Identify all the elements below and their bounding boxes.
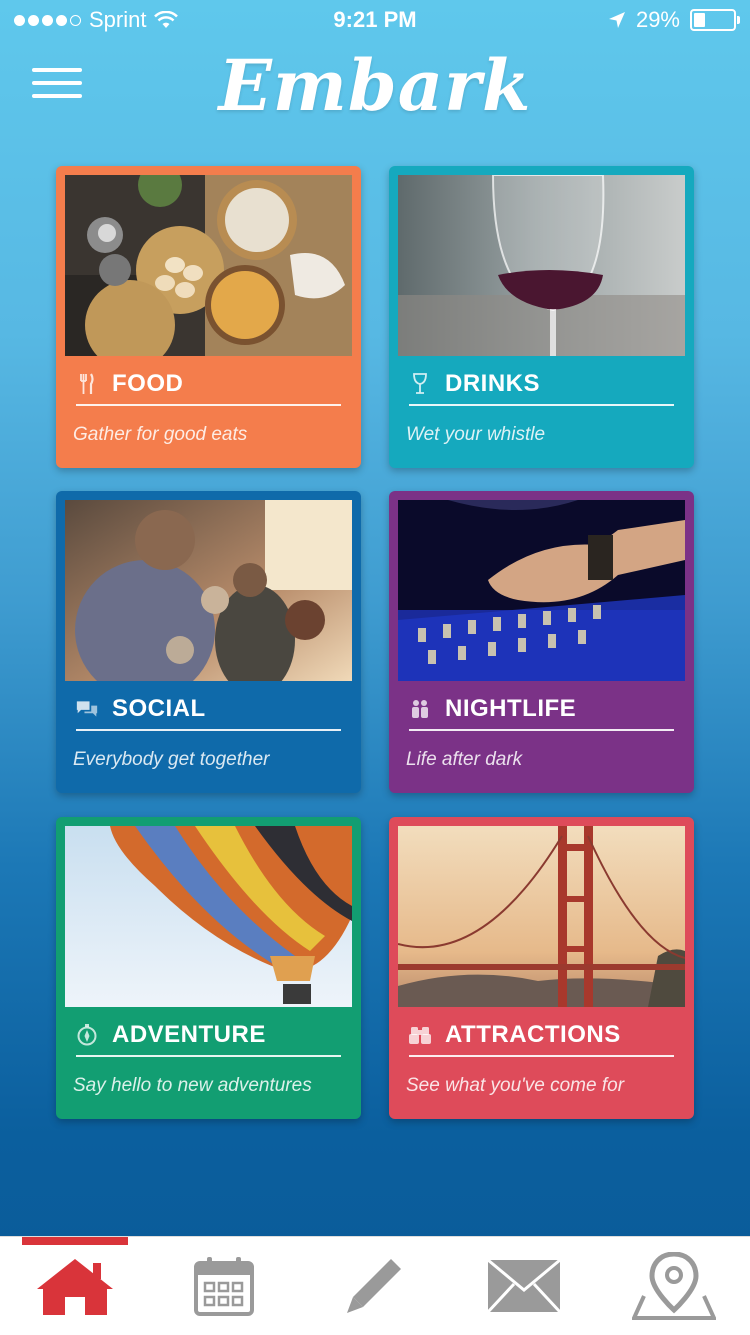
status-bar: Sprint 9:21 PM 29% xyxy=(0,0,750,40)
pencil-icon xyxy=(347,1259,401,1313)
divider xyxy=(409,404,674,406)
category-label-row: ATTRACTIONS xyxy=(409,1017,674,1053)
category-name: ATTRACTIONS xyxy=(445,1021,621,1048)
compass-icon xyxy=(76,1024,98,1046)
divider xyxy=(76,729,341,731)
category-tagline: See what you've come for xyxy=(406,1075,625,1096)
calendar-icon xyxy=(194,1257,254,1316)
battery-level xyxy=(694,13,705,27)
tab-map[interactable] xyxy=(621,1237,727,1335)
category-label-row: FOOD xyxy=(76,366,341,402)
divider xyxy=(76,404,341,406)
divider xyxy=(76,1055,341,1057)
category-card-nightlife[interactable]: NIGHTLIFE Life after dark xyxy=(389,491,694,793)
tab-messages[interactable] xyxy=(471,1237,577,1335)
category-tagline: Everybody get together xyxy=(73,749,270,770)
mail-icon xyxy=(486,1258,562,1314)
home-icon xyxy=(37,1259,113,1315)
crowd-photo xyxy=(65,500,352,681)
category-tagline: Say hello to new adventures xyxy=(73,1075,312,1096)
category-label-row: ADVENTURE xyxy=(76,1017,341,1053)
divider xyxy=(409,1055,674,1057)
tab-write[interactable] xyxy=(321,1237,427,1335)
category-name: DRINKS xyxy=(445,370,541,397)
category-tagline: Life after dark xyxy=(406,749,523,770)
battery-percent: 29% xyxy=(635,7,680,32)
category-tagline: Wet your whistle xyxy=(406,424,546,445)
category-card-adventure[interactable]: ADVENTURE Say hello to new adventures xyxy=(56,817,361,1119)
category-label-row: DRINKS xyxy=(409,366,674,402)
location-arrow-icon xyxy=(608,12,625,28)
tab-calendar[interactable] xyxy=(171,1237,277,1335)
category-tagline: Gather for good eats xyxy=(73,424,248,445)
wine-glass-photo xyxy=(398,175,685,356)
category-name: SOCIAL xyxy=(112,695,206,722)
app-logo-title: Embark xyxy=(218,44,532,127)
battery-icon xyxy=(690,9,740,31)
wine-glass-icon xyxy=(409,373,431,395)
fork-knife-icon xyxy=(76,373,98,395)
category-card-drinks[interactable]: DRINKS Wet your whistle xyxy=(389,166,694,468)
category-card-food[interactable]: FOOD Gather for good eats xyxy=(56,166,361,468)
hot-air-balloon-photo xyxy=(65,826,352,1007)
divider xyxy=(409,729,674,731)
category-label-row: NIGHTLIFE xyxy=(409,691,674,727)
status-right: 29% xyxy=(608,7,740,33)
map-pin-icon xyxy=(632,1252,716,1320)
category-name: ADVENTURE xyxy=(112,1021,266,1048)
bottom-tab-bar xyxy=(0,1236,750,1335)
people-icon xyxy=(409,698,431,720)
category-card-social[interactable]: SOCIAL Everybody get together xyxy=(56,491,361,793)
chat-bubbles-icon xyxy=(76,698,98,720)
category-label-row: SOCIAL xyxy=(76,691,341,727)
category-name: NIGHTLIFE xyxy=(445,695,577,722)
dj-mixer-photo xyxy=(398,500,685,681)
golden-gate-bridge-photo xyxy=(398,826,685,1007)
food-photo xyxy=(65,175,352,356)
category-card-attractions[interactable]: ATTRACTIONS See what you've come for xyxy=(389,817,694,1119)
tab-home[interactable] xyxy=(22,1237,128,1335)
category-name: FOOD xyxy=(112,370,184,397)
binoculars-icon xyxy=(409,1024,431,1046)
